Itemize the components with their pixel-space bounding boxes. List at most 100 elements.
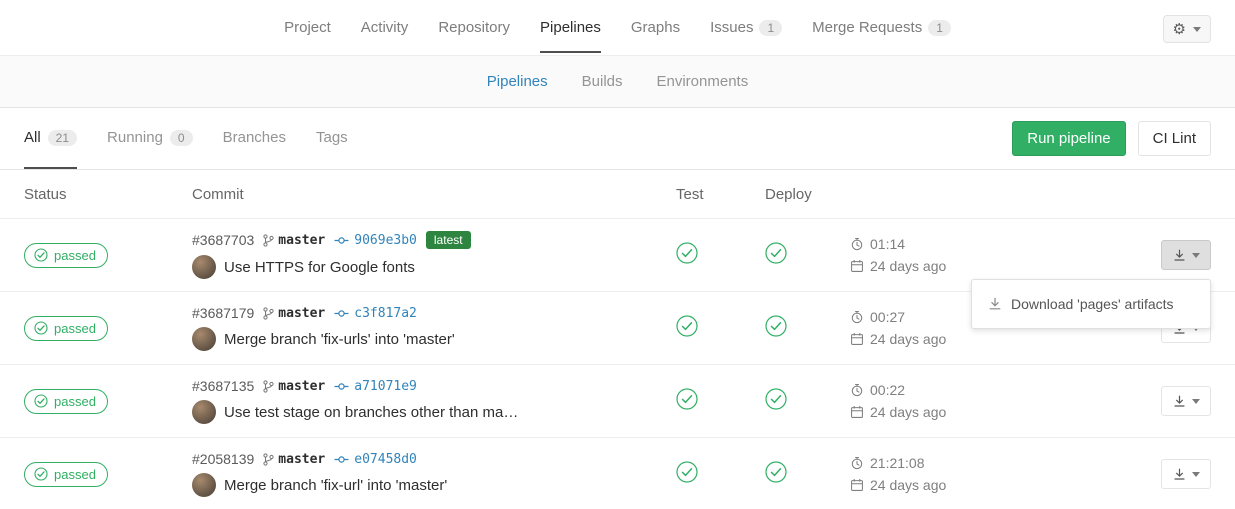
commit-sha-link[interactable]: 9069e3b0 [334,233,417,248]
test-stage-passed-icon[interactable] [676,315,698,337]
branch-ref[interactable]: master [263,379,325,394]
branch-ref[interactable]: master [263,306,325,321]
pipeline-id-link[interactable]: #3687135 [192,378,254,394]
commit-sha-link[interactable]: a71071e9 [334,379,417,394]
table-row: passed #2058139 master [0,437,1235,509]
ci-lint-button[interactable]: CI Lint [1138,121,1211,156]
tab-running-count-badge: 0 [170,130,193,146]
commit-icon [334,308,349,319]
download-artifacts-button[interactable] [1161,386,1211,416]
avatar[interactable] [192,473,216,497]
header-test: Test [676,186,765,203]
commit-icon [334,454,349,465]
subnav-item-builds[interactable]: Builds [582,73,623,90]
pipeline-id-link[interactable]: #3687179 [192,305,254,321]
commit-sha-link[interactable]: e07458d0 [334,452,417,467]
branch-name: master [278,233,325,248]
commit-message-link[interactable]: Use HTTPS for Google fonts [224,259,415,276]
pipeline-id-link[interactable]: #3687703 [192,232,254,248]
avatar[interactable] [192,327,216,351]
deploy-stage-passed-icon[interactable] [765,461,787,483]
pipeline-duration: 21:21:08 [870,452,925,474]
status-badge[interactable]: passed [24,316,108,341]
artifacts-dropdown-menu: Download 'pages' artifacts [971,279,1211,329]
nav-item-issues[interactable]: Issues 1 [710,2,782,53]
download-artifacts-button[interactable] [1161,459,1211,489]
avatar[interactable] [192,255,216,279]
deploy-stage-passed-icon[interactable] [765,388,787,410]
commit-message-link[interactable]: Merge branch 'fix-urls' into 'master' [224,331,455,348]
duration-clock-icon [850,383,864,397]
check-circle-icon [34,394,48,408]
test-stage-cell [676,242,765,269]
branch-name: master [278,379,325,394]
nav-item-repository[interactable]: Repository [438,2,510,53]
branch-icon [263,453,274,466]
tab-branches[interactable]: Branches [223,108,286,169]
toolbar-buttons: Run pipeline CI Lint [1012,108,1211,169]
pipeline-id-link[interactable]: #2058139 [192,451,254,467]
download-pages-artifacts-item[interactable]: Download 'pages' artifacts [972,288,1210,320]
nav-label: Merge Requests [812,19,922,36]
commit-message-link[interactable]: Merge branch 'fix-url' into 'master' [224,477,447,494]
download-artifacts-button[interactable] [1161,240,1211,270]
status-badge[interactable]: passed [24,243,108,268]
test-stage-cell [676,388,765,415]
download-icon [1173,468,1186,481]
test-stage-cell [676,461,765,488]
tab-running[interactable]: Running 0 [107,108,193,169]
latest-tag: latest [426,231,471,249]
pipeline-filter-tabs: All 21 Running 0 Branches Tags [24,108,1012,169]
download-icon [1173,249,1186,262]
nav-item-activity[interactable]: Activity [361,2,409,53]
pipeline-duration: 00:27 [870,306,905,328]
nav-item-project[interactable]: Project [284,2,331,53]
pipeline-age: 24 days ago [870,328,946,350]
commit-cell: #2058139 master e07458d0 [192,451,676,497]
duration-clock-icon [850,237,864,251]
status-label: passed [54,394,96,409]
branch-name: master [278,306,325,321]
test-stage-passed-icon[interactable] [676,242,698,264]
chevron-down-icon [1192,472,1200,477]
avatar[interactable] [192,400,216,424]
deploy-stage-passed-icon[interactable] [765,315,787,337]
test-stage-passed-icon[interactable] [676,461,698,483]
tab-tags[interactable]: Tags [316,108,348,169]
test-stage-passed-icon[interactable] [676,388,698,410]
ci-sub-nav: Pipelines Builds Environments [0,56,1235,108]
status-label: passed [54,248,96,263]
nav-label: Activity [361,19,409,36]
nav-item-graphs[interactable]: Graphs [631,2,680,53]
deploy-stage-cell [765,315,850,342]
timing-cell: 00:22 24 days ago [850,379,1137,423]
pipeline-duration: 00:22 [870,379,905,401]
nav-item-merge-requests[interactable]: Merge Requests 1 [812,2,951,53]
subnav-item-environments[interactable]: Environments [657,73,749,90]
status-cell: passed [24,243,192,268]
tab-label: All [24,129,41,146]
status-badge[interactable]: passed [24,389,108,414]
chevron-down-icon [1192,399,1200,404]
nav-label: Pipelines [540,19,601,36]
subnav-item-pipelines[interactable]: Pipelines [487,73,548,90]
tab-all[interactable]: All 21 [24,108,77,169]
commit-sha: c3f817a2 [354,306,417,321]
commit-cell: #3687703 master 9069e3b0 latest [192,231,676,279]
project-settings-dropdown-button[interactable]: ⚙ [1163,15,1211,43]
commit-sha-link[interactable]: c3f817a2 [334,306,417,321]
branch-ref[interactable]: master [263,452,325,467]
pipelines-table-body: passed #3687703 master [0,218,1235,509]
run-pipeline-button[interactable]: Run pipeline [1012,121,1125,156]
nav-item-pipelines[interactable]: Pipelines [540,2,601,53]
commit-icon [334,235,349,246]
calendar-icon [850,332,864,346]
pipeline-age: 24 days ago [870,401,946,423]
deploy-stage-passed-icon[interactable] [765,242,787,264]
merge-requests-count-badge: 1 [928,20,951,36]
calendar-icon [850,478,864,492]
branch-ref[interactable]: master [263,233,325,248]
commit-message-link[interactable]: Use test stage on branches other than ma… [224,404,518,421]
gear-icon: ⚙ [1173,20,1186,38]
status-badge[interactable]: passed [24,462,108,487]
